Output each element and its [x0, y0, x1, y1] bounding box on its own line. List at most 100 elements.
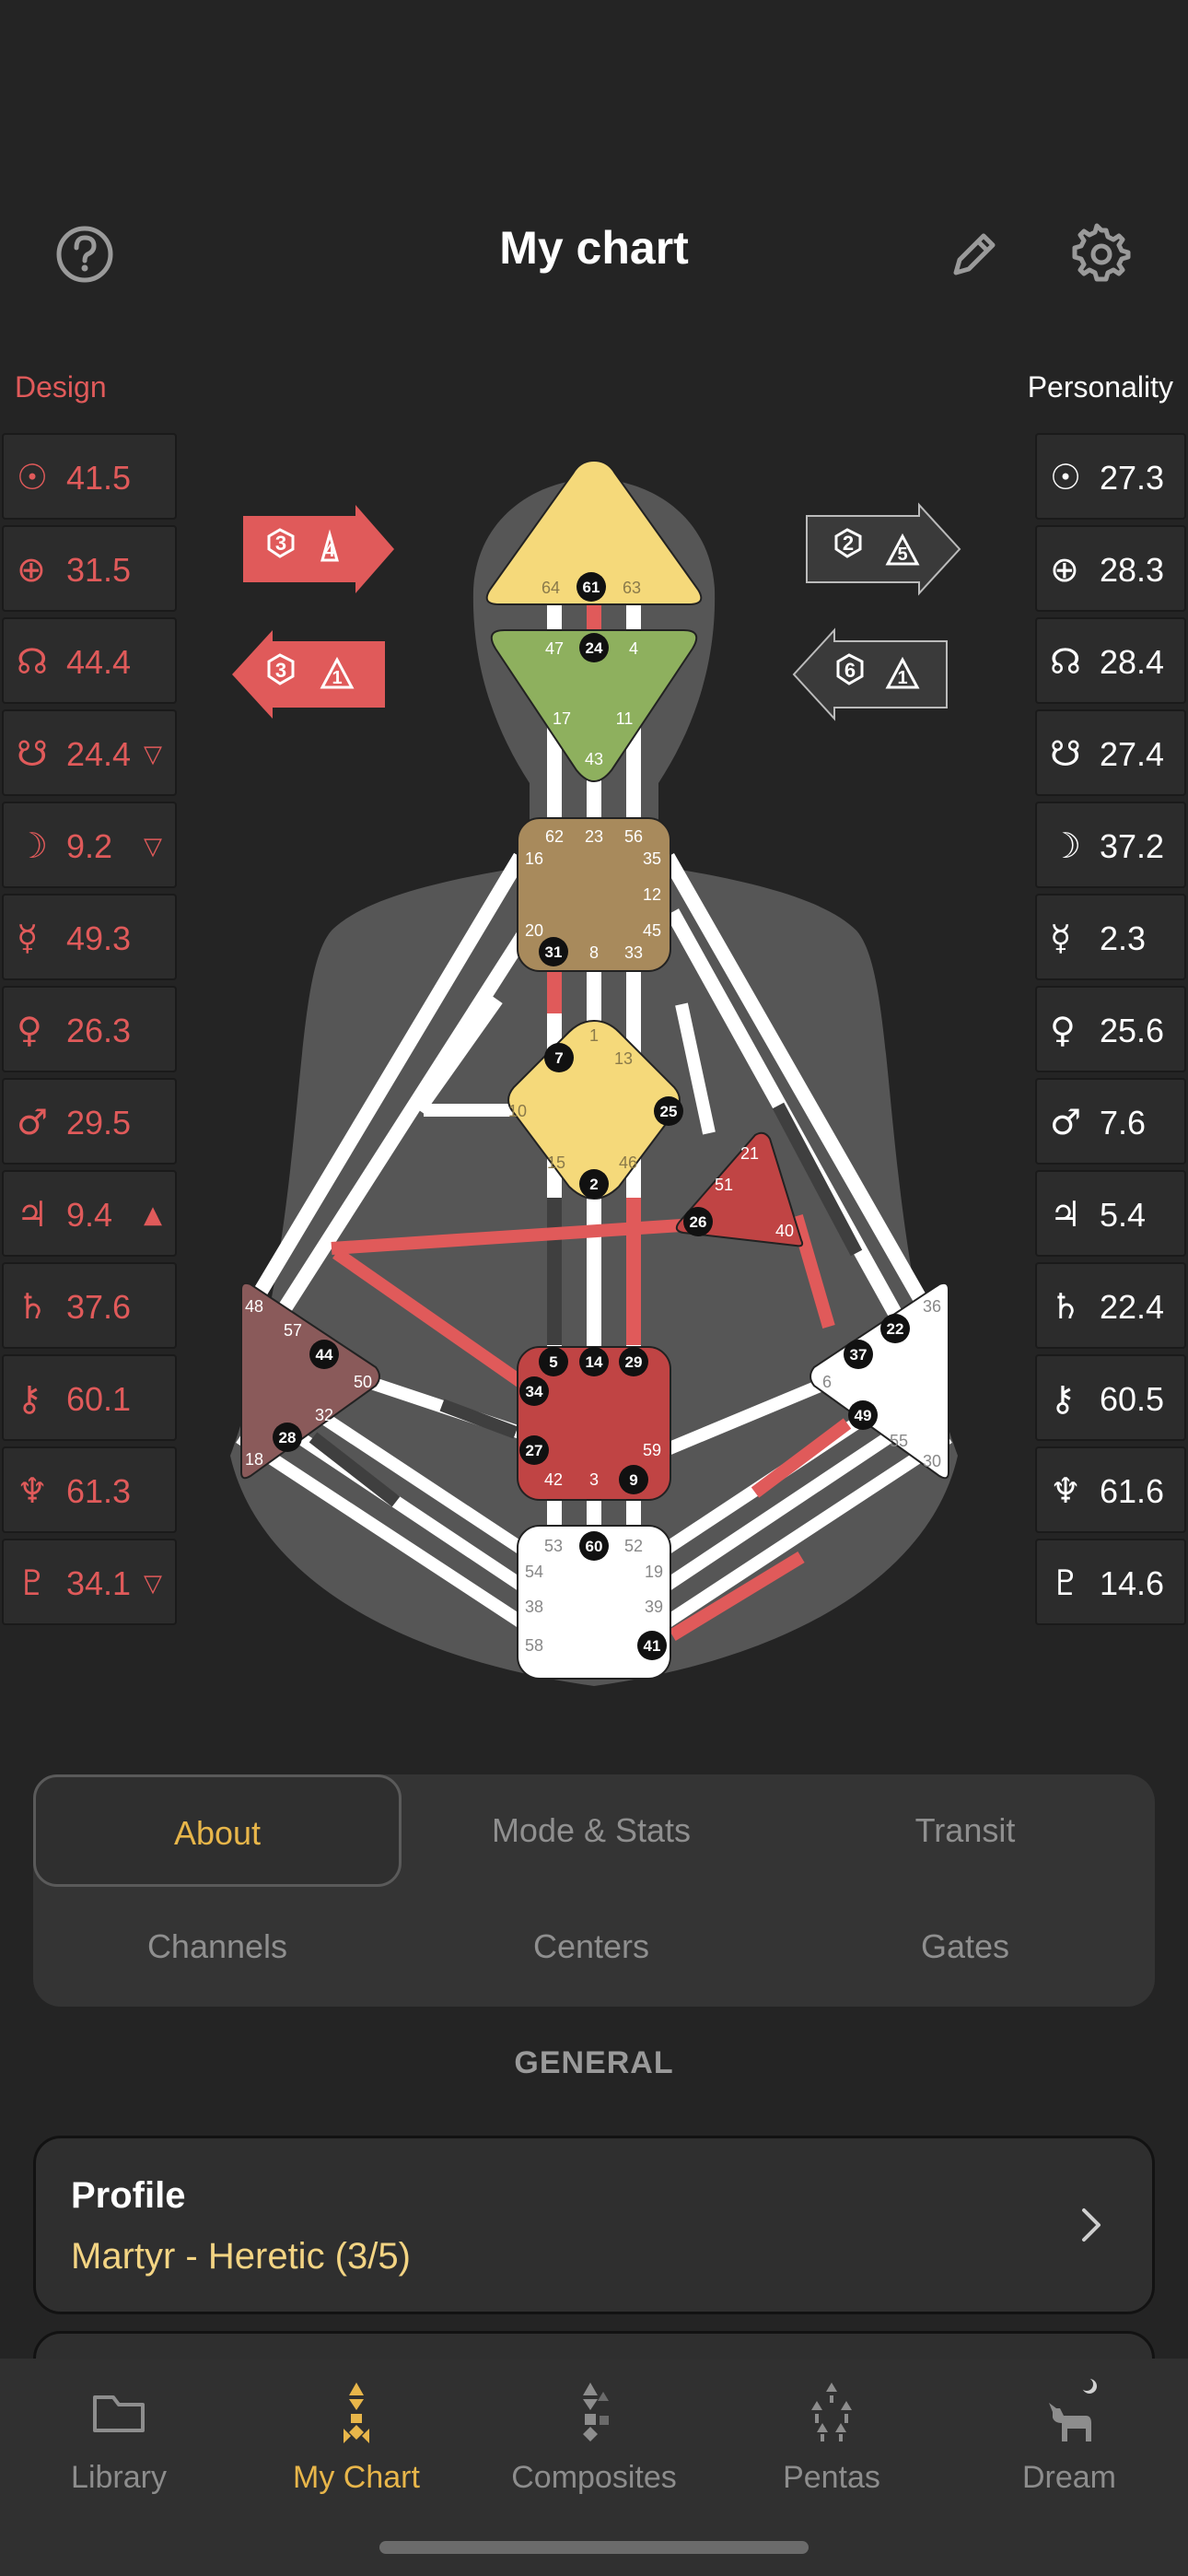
- sacral-center: 5 14 29 34 27 59 42 3 9: [517, 1346, 671, 1501]
- nav-label: My Chart: [293, 2460, 420, 2495]
- nav-dream[interactable]: Dream: [950, 2359, 1188, 2543]
- arrow-tone: 1: [332, 668, 342, 688]
- profile-title: Profile: [71, 2175, 186, 2216]
- profile-card[interactable]: Profile Martyr - Heretic (3/5): [33, 2136, 1155, 2314]
- design-bottom-arrow[interactable]: 3 1: [232, 630, 385, 719]
- gate-label: 30: [923, 1452, 941, 1470]
- gate-label: 43: [585, 750, 603, 768]
- tab-centers[interactable]: Centers: [407, 1891, 775, 2003]
- gate-label: 1: [589, 1026, 599, 1045]
- nav-label: Library: [71, 2460, 167, 2495]
- gate-label: 36: [923, 1297, 941, 1316]
- gate-label: 18: [245, 1450, 263, 1469]
- gate-label: 7: [554, 1049, 563, 1067]
- gate-label: 45: [643, 921, 661, 940]
- gate-label: 15: [547, 1153, 565, 1172]
- tab-transit[interactable]: Transit: [781, 1774, 1149, 1887]
- arrow-line: 2: [843, 532, 854, 555]
- dog-moon-icon: [1049, 2378, 1097, 2441]
- home-indicator: [379, 2541, 809, 2554]
- arrow-tone: 1: [897, 668, 907, 688]
- body-graph[interactable]: 64 61 63 47 24 4 17 11 43 62 23 56 16 35…: [0, 0, 1188, 1751]
- gate-label: 37: [850, 1346, 868, 1364]
- folder-icon: [93, 2395, 145, 2432]
- nav-label: Dream: [1021, 2460, 1117, 2495]
- gate-label: 2: [589, 1176, 598, 1193]
- gate-label: 31: [545, 943, 563, 961]
- gate-label: 52: [624, 1537, 643, 1555]
- tab-gates[interactable]: Gates: [781, 1891, 1149, 2003]
- gate-label: 54: [525, 1563, 543, 1581]
- chevron-right-icon: [1082, 2208, 1101, 2242]
- section-heading: GENERAL: [514, 2045, 674, 2080]
- gate-label: 33: [624, 943, 643, 962]
- gate-label: 47: [545, 639, 564, 658]
- tab-about[interactable]: About: [33, 1774, 402, 1887]
- bodygraph-icon: [344, 2383, 369, 2443]
- gate-label: 14: [586, 1353, 603, 1371]
- gate-label: 55: [890, 1432, 908, 1450]
- gate-label: 63: [623, 579, 641, 597]
- arrow-line: 3: [275, 659, 286, 682]
- gate-label: 46: [619, 1153, 637, 1172]
- gate-label: 26: [690, 1213, 707, 1231]
- gate-label: 21: [740, 1144, 759, 1163]
- gate-label: 58: [525, 1636, 543, 1655]
- gate-label: 5: [549, 1353, 557, 1371]
- tab-mode-stats[interactable]: Mode & Stats: [407, 1774, 775, 1887]
- gate-label: 20: [525, 921, 543, 940]
- gate-label: 9: [629, 1471, 637, 1489]
- gate-label: 59: [643, 1441, 661, 1459]
- gate-label: 34: [526, 1383, 543, 1400]
- gate-label: 27: [526, 1442, 543, 1459]
- gate-label: 51: [715, 1176, 733, 1194]
- gate-label: 49: [855, 1407, 872, 1424]
- gate-label: 62: [545, 827, 564, 846]
- composite-icon: [583, 2383, 609, 2441]
- gate-label: 4: [629, 639, 638, 658]
- personality-top-arrow[interactable]: 2 5: [806, 502, 961, 596]
- gate-label: 48: [245, 1297, 263, 1316]
- penta-icon: [811, 2383, 852, 2441]
- gate-label: 22: [887, 1320, 904, 1338]
- gate-label: 13: [614, 1049, 633, 1068]
- gate-label: 35: [643, 849, 661, 868]
- gate-label: 11: [616, 709, 634, 728]
- tab-channels[interactable]: Channels: [33, 1891, 402, 2003]
- design-top-arrow[interactable]: 3 4: [243, 505, 394, 593]
- throat-center: 62 23 56 16 35 12 20 45 31 8 33: [517, 817, 671, 972]
- gate-label: 12: [643, 885, 661, 904]
- gate-label: 25: [660, 1103, 678, 1120]
- gate-label: 40: [775, 1222, 794, 1240]
- gate-label: 60: [586, 1538, 603, 1555]
- gate-label: 6: [822, 1373, 832, 1391]
- gate-label: 64: [542, 579, 560, 597]
- arrow-tone: 5: [897, 544, 907, 565]
- nav-pentas[interactable]: Pentas: [713, 2359, 950, 2543]
- gate-label: 32: [315, 1406, 333, 1424]
- gate-label: 29: [625, 1353, 643, 1371]
- nav-label: Pentas: [783, 2460, 880, 2495]
- root-center: 53 60 52 54 19 38 39 58 41: [517, 1525, 671, 1680]
- tabs-panel: About Mode & Stats Transit Channels Cent…: [33, 1774, 1155, 2007]
- gate-label: 61: [583, 579, 600, 596]
- gate-label: 53: [544, 1537, 563, 1555]
- gate-label: 10: [508, 1102, 527, 1120]
- gate-label: 57: [284, 1321, 302, 1340]
- gate-label: 24: [586, 639, 603, 657]
- nav-composites[interactable]: Composites: [475, 2359, 713, 2543]
- personality-bottom-arrow[interactable]: 6 1: [792, 627, 948, 721]
- gate-label: 3: [589, 1470, 599, 1489]
- gate-label: 41: [644, 1637, 661, 1655]
- profile-value: Martyr - Heretic (3/5): [71, 2236, 411, 2277]
- nav-library[interactable]: Library: [0, 2359, 238, 2543]
- gate-label: 28: [279, 1429, 297, 1446]
- gate-label: 23: [585, 827, 603, 846]
- gate-label: 56: [624, 827, 643, 846]
- gate-label: 50: [354, 1373, 372, 1391]
- gate-label: 42: [544, 1470, 563, 1489]
- gate-label: 16: [525, 849, 543, 868]
- nav-my-chart[interactable]: My Chart: [238, 2359, 475, 2543]
- arrow-line: 6: [844, 659, 856, 682]
- gate-label: 17: [553, 709, 571, 728]
